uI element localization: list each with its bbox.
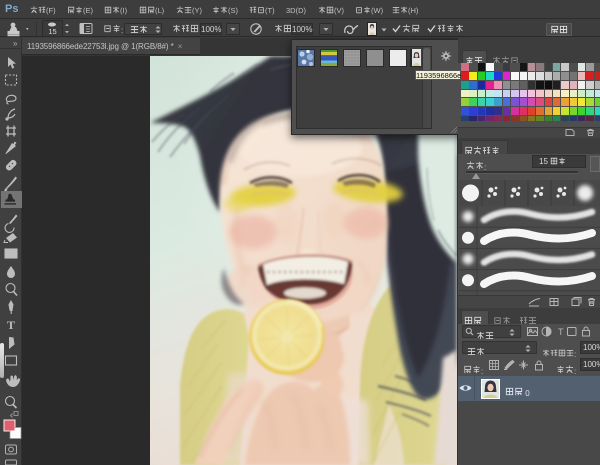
svg-text:»: » — [13, 39, 18, 48]
svg-text:T: T — [7, 318, 15, 332]
svg-text:T: T — [558, 327, 564, 337]
